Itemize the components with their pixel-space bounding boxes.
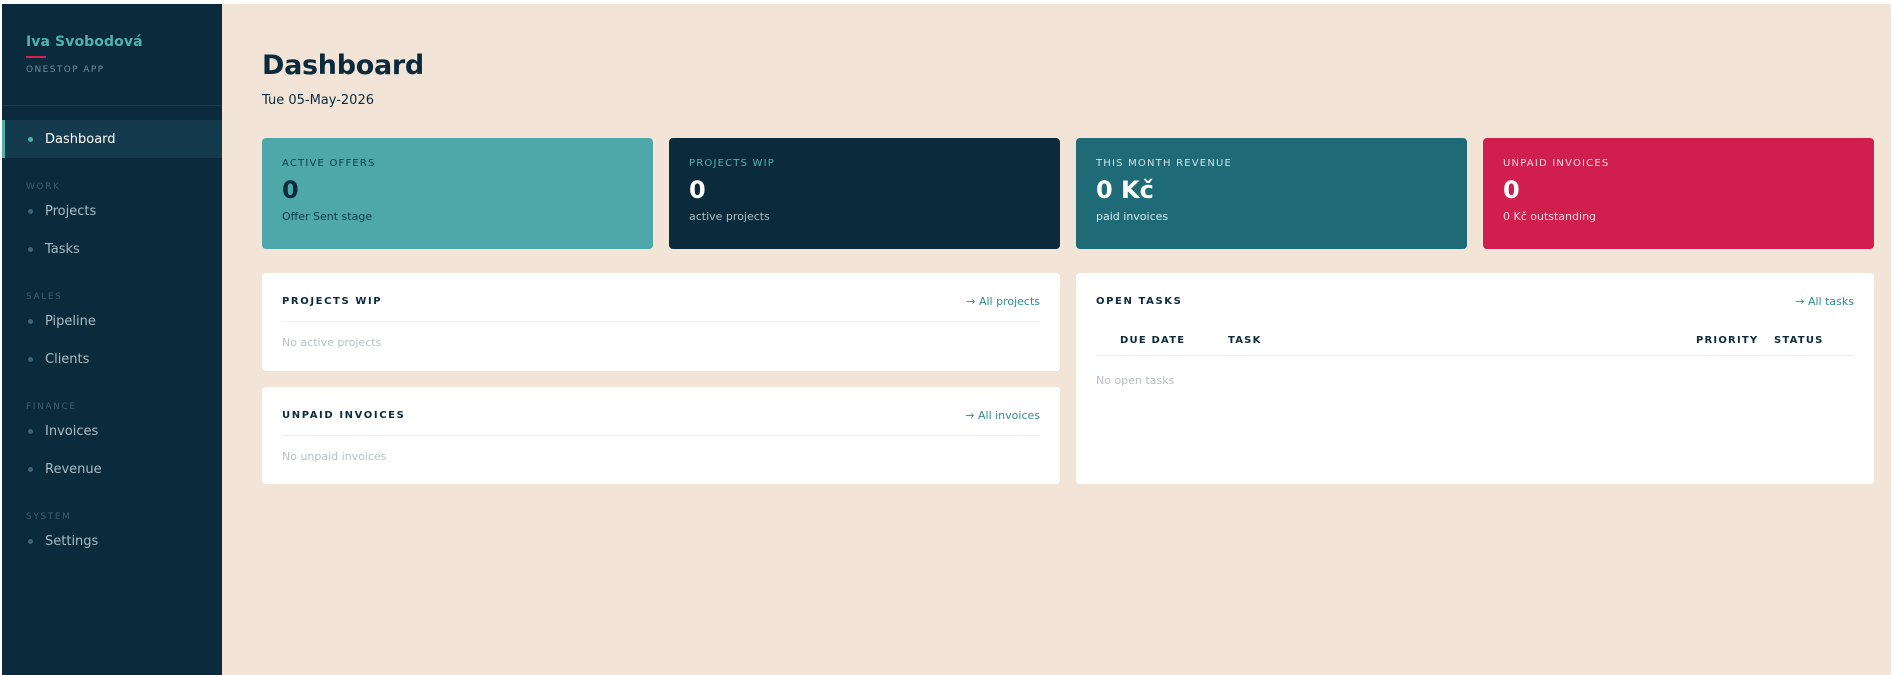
sidebar-item-label: Revenue (45, 461, 102, 477)
panel-title: OPEN TASKS (1096, 295, 1183, 307)
stat-card-active-offers: ACTIVE OFFERS 0 Offer Sent stage (262, 138, 653, 249)
bullet-icon (28, 466, 33, 472)
app-window: Iva Svobodová ONESTOP APP Dashboard WORK… (2, 4, 1891, 675)
bullet-icon (28, 538, 33, 544)
stat-card-month-revenue: THIS MONTH REVENUE 0 Kč paid invoices (1076, 138, 1467, 249)
stat-value: 0 (282, 176, 299, 204)
sidebar-item-label: Clients (45, 351, 90, 367)
empty-state: No active projects (282, 336, 382, 349)
sidebar-item-dashboard[interactable]: Dashboard (2, 120, 222, 158)
sidebar-item-invoices[interactable]: Invoices (2, 412, 222, 450)
sidebar-item-label: Pipeline (45, 313, 96, 329)
bullet-icon (28, 318, 33, 324)
panel-header: UNPAID INVOICES → All invoices (282, 407, 1040, 423)
bullet-icon (28, 246, 33, 252)
all-invoices-link[interactable]: → All invoices (965, 409, 1040, 422)
sidebar-item-clients[interactable]: Clients (2, 340, 222, 378)
app-name: ONESTOP APP (26, 65, 105, 75)
tasks-table-header: DUE DATE TASK PRIORITY STATUS (1096, 331, 1854, 349)
column-header-due-date[interactable]: DUE DATE (1120, 335, 1228, 346)
sidebar-item-label: Settings (45, 533, 99, 549)
sidebar-item-label: Dashboard (45, 131, 116, 147)
sidebar-nav: Dashboard WORK Projects Tasks SALES Pipe… (2, 106, 222, 560)
user-name: Iva Svobodová (26, 34, 143, 50)
main-content: Dashboard Tue 05-May-2026 ACTIVE OFFERS … (222, 4, 1891, 675)
panel-header: PROJECTS WIP → All projects (282, 293, 1040, 309)
nav-section-system: SYSTEM (26, 512, 72, 522)
nav-section-work: WORK (26, 182, 61, 192)
sidebar-item-projects[interactable]: Projects (2, 192, 222, 230)
sidebar-item-tasks[interactable]: Tasks (2, 230, 222, 268)
panel-title: UNPAID INVOICES (282, 409, 406, 421)
bullet-icon (28, 136, 33, 142)
stat-value: 0 Kč (1096, 176, 1154, 204)
stat-cards: ACTIVE OFFERS 0 Offer Sent stage PROJECT… (262, 138, 1874, 249)
stat-label: THIS MONTH REVENUE (1096, 158, 1233, 169)
sidebar-item-label: Projects (45, 203, 97, 219)
divider (1096, 355, 1854, 356)
stat-label: ACTIVE OFFERS (282, 158, 376, 169)
stat-label: UNPAID INVOICES (1503, 158, 1610, 169)
stat-value: 0 (1503, 176, 1520, 204)
stat-value: 0 (689, 176, 706, 204)
stat-subtext: active projects (689, 210, 770, 223)
stat-label: PROJECTS WIP (689, 158, 776, 169)
panel-projects-wip: PROJECTS WIP → All projects No active pr… (262, 273, 1060, 371)
bullet-icon (28, 208, 33, 214)
all-tasks-link[interactable]: → All tasks (1795, 295, 1854, 308)
stat-subtext: paid invoices (1096, 210, 1169, 223)
sidebar: Iva Svobodová ONESTOP APP Dashboard WORK… (2, 4, 222, 675)
all-projects-link[interactable]: → All projects (966, 295, 1040, 308)
panel-header: OPEN TASKS → All tasks (1096, 293, 1854, 309)
sidebar-item-label: Invoices (45, 423, 99, 439)
stat-subtext: 0 Kč outstanding (1503, 210, 1597, 223)
panel-open-tasks: OPEN TASKS → All tasks DUE DATE TASK PRI… (1076, 273, 1874, 484)
bullet-icon (28, 356, 33, 362)
column-header-status[interactable]: STATUS (1774, 335, 1854, 346)
sidebar-item-pipeline[interactable]: Pipeline (2, 302, 222, 340)
divider (282, 435, 1040, 436)
bullet-icon (28, 428, 33, 434)
divider (282, 321, 1040, 322)
empty-state: No unpaid invoices (282, 450, 387, 463)
page-title: Dashboard (262, 50, 424, 81)
sidebar-item-label: Tasks (45, 241, 80, 257)
empty-state: No open tasks (1096, 374, 1175, 387)
panel-unpaid-invoices: UNPAID INVOICES → All invoices No unpaid… (262, 387, 1060, 484)
column-header-priority[interactable]: PRIORITY (1696, 335, 1774, 346)
stat-card-unpaid-invoices: UNPAID INVOICES 0 0 Kč outstanding (1483, 138, 1874, 249)
brand: Iva Svobodová ONESTOP APP (2, 4, 222, 106)
brand-accent-bar (26, 56, 46, 58)
stat-subtext: Offer Sent stage (282, 210, 373, 223)
sidebar-item-revenue[interactable]: Revenue (2, 450, 222, 488)
nav-section-sales: SALES (26, 292, 63, 302)
sidebar-item-settings[interactable]: Settings (2, 522, 222, 560)
nav-section-finance: FINANCE (26, 402, 77, 412)
page-date: Tue 05-May-2026 (262, 93, 374, 108)
column-header-task[interactable]: TASK (1228, 335, 1696, 346)
stat-card-projects-wip: PROJECTS WIP 0 active projects (669, 138, 1060, 249)
left-column: PROJECTS WIP → All projects No active pr… (262, 273, 1060, 484)
panels: PROJECTS WIP → All projects No active pr… (262, 273, 1874, 484)
panel-title: PROJECTS WIP (282, 295, 383, 307)
